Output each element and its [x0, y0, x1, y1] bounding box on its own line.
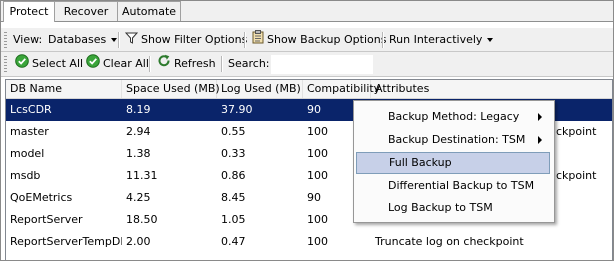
db-name-cell: LcsCDR [10, 103, 52, 116]
toolbar-separator [244, 32, 246, 48]
log-used-cell: 1.05 [221, 213, 246, 226]
column-header-space-used[interactable]: Space Used (MB) [122, 80, 220, 98]
select-all-label: Select All [32, 57, 84, 70]
column-header-db-name[interactable]: DB Name [6, 80, 122, 98]
log-used-cell: 0.47 [221, 235, 246, 248]
db-name-cell: ReportServerTempDB [10, 235, 122, 248]
tab-protect[interactable]: Protect [3, 1, 55, 22]
space-used-cell: 18.50 [126, 213, 158, 226]
log-used-cell: 0.33 [221, 147, 246, 160]
column-header-attributes[interactable]: Attributes [371, 80, 612, 98]
toolbar-separator [118, 32, 120, 48]
menu-item-label: Backup Method: Legacy [388, 110, 520, 123]
context-menu: Backup Method: Legacy Backup Destination… [353, 100, 555, 223]
view-toolbar: View: Databases Show Filter Options Show… [1, 28, 613, 52]
table-header: DB Name Space Used (MB) Log Used (MB) Co… [6, 80, 612, 99]
clear-all-label: Clear All [103, 57, 149, 70]
check-circle-icon [86, 53, 100, 76]
log-used-cell: 8.45 [221, 191, 246, 204]
toolbar-separator [149, 56, 151, 72]
selection-toolbar: Select All Clear All Refresh Search: [1, 52, 613, 77]
toolbar-grip[interactable] [4, 32, 7, 48]
space-used-cell: 2.00 [126, 235, 151, 248]
run-interactively-dropdown[interactable]: Run Interactively [389, 28, 494, 51]
column-header-compatibility[interactable]: Compatibility [303, 80, 380, 98]
chevron-right-icon [538, 136, 542, 144]
refresh-icon [157, 53, 171, 76]
refresh-button[interactable]: Refresh [157, 52, 216, 75]
compatibility-cell: 100 [307, 235, 328, 248]
menu-item-label: Backup Destination: TSM [388, 133, 526, 146]
clipboard-icon [252, 29, 264, 52]
show-backup-options-button[interactable]: Show Backup Options [252, 28, 386, 51]
attributes-cell: Truncate log on checkpoint [375, 235, 524, 248]
view-dropdown-value: Databases [48, 33, 107, 46]
tab-bar: Protect Recover Automate [1, 1, 613, 22]
db-name-cell: master [10, 125, 49, 138]
column-header-log-used[interactable]: Log Used (MB) [217, 80, 303, 98]
filter-icon [124, 29, 139, 52]
log-used-cell: 37.90 [221, 103, 253, 116]
menu-item-label: Differential Backup to TSM [388, 179, 535, 192]
view-label: View: [13, 33, 43, 46]
run-interactively-label: Run Interactively [389, 33, 483, 46]
search-label: Search: [228, 57, 270, 70]
menu-item-label: Full Backup [389, 156, 452, 169]
db-name-cell: model [10, 147, 45, 160]
check-circle-icon [15, 53, 29, 76]
log-used-cell: 0.55 [221, 125, 246, 138]
menu-item-log-backup[interactable]: Log Backup to TSM [356, 197, 550, 219]
search-input[interactable] [271, 55, 373, 74]
attributes-cell: ckpoint [556, 169, 597, 182]
toolbar-separator [382, 32, 384, 48]
backup-window: Protect Recover Automate View: Databases… [0, 0, 614, 261]
menu-item-differential-backup[interactable]: Differential Backup to TSM [356, 175, 550, 197]
table-row[interactable]: ReportServerTempDB 2.00 0.47 100 Truncat… [6, 231, 612, 253]
menu-item-label: Log Backup to TSM [388, 201, 493, 214]
show-filter-options-button[interactable]: Show Filter Options [124, 28, 248, 52]
db-name-cell: ReportServer [10, 213, 83, 226]
menu-item-backup-method[interactable]: Backup Method: Legacy [356, 106, 550, 128]
log-used-cell: 0.86 [221, 169, 246, 182]
select-all-button[interactable]: Select All [15, 52, 83, 75]
space-used-cell: 4.25 [126, 191, 151, 204]
chevron-down-icon [111, 38, 118, 42]
tab-recover[interactable]: Recover [54, 1, 118, 21]
toolbar-grip[interactable] [4, 56, 7, 72]
attributes-cell: ckpoint [556, 125, 597, 138]
show-backup-options-label: Show Backup Options [267, 33, 387, 46]
space-used-cell: 8.19 [126, 103, 151, 116]
show-filter-options-label: Show Filter Options [141, 33, 248, 46]
menu-item-full-backup[interactable]: Full Backup [356, 152, 550, 174]
clear-all-button[interactable]: Clear All [86, 52, 149, 75]
space-used-cell: 1.38 [126, 147, 151, 160]
toolbar-separator [221, 56, 223, 72]
db-name-cell: QoEMetrics [10, 191, 73, 204]
space-used-cell: 11.31 [126, 169, 158, 182]
db-name-cell: msdb [10, 169, 41, 182]
chevron-right-icon [538, 113, 542, 121]
space-used-cell: 2.94 [126, 125, 151, 138]
tab-automate[interactable]: Automate [117, 1, 181, 21]
refresh-label: Refresh [174, 57, 216, 70]
view-dropdown[interactable]: Databases [48, 28, 118, 51]
menu-item-backup-destination[interactable]: Backup Destination: TSM [356, 129, 550, 151]
chevron-down-icon [487, 38, 494, 42]
